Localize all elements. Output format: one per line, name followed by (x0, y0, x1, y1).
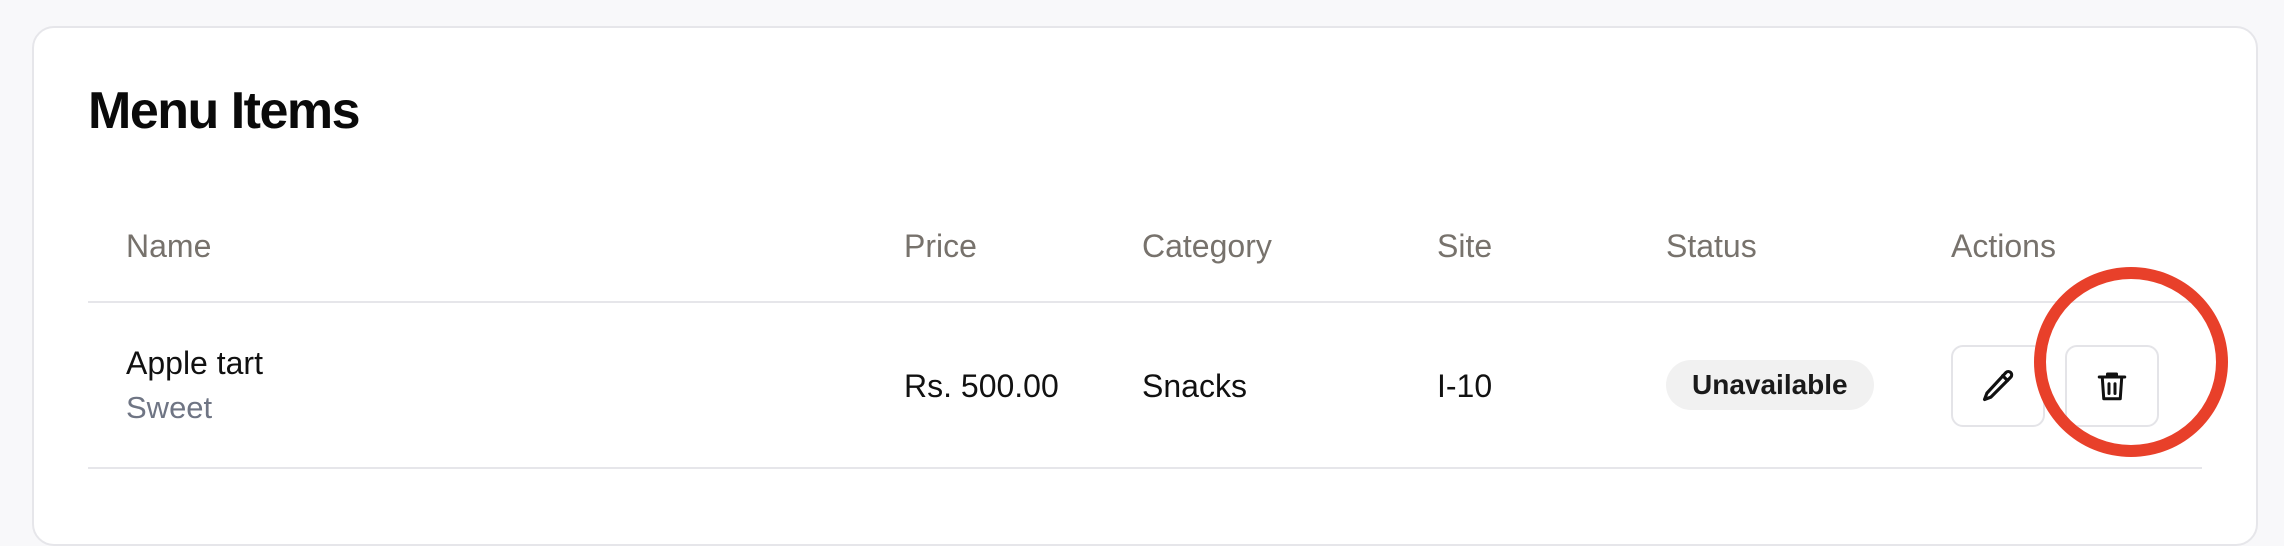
delete-button[interactable] (2065, 345, 2159, 427)
column-header-price: Price (904, 228, 977, 264)
page-title: Menu Items (88, 82, 361, 140)
item-price: Rs. 500.00 (904, 368, 1059, 404)
item-category: Snacks (1142, 368, 1247, 404)
column-header-actions: Actions (1951, 228, 2056, 264)
edit-button[interactable] (1951, 345, 2045, 427)
status-badge: Unavailable (1666, 360, 1874, 410)
item-name: Apple tart (126, 345, 263, 381)
column-header-name: Name (126, 228, 212, 264)
column-header-site: Site (1437, 228, 1493, 264)
trash-icon (2094, 368, 2130, 404)
row-divider (88, 467, 2202, 469)
pencil-icon (1979, 367, 2017, 405)
item-subtitle: Sweet (126, 390, 213, 425)
column-header-status: Status (1666, 228, 1757, 264)
item-site: I-10 (1437, 368, 1493, 404)
header-divider (88, 301, 2202, 303)
column-header-category: Category (1142, 228, 1272, 264)
